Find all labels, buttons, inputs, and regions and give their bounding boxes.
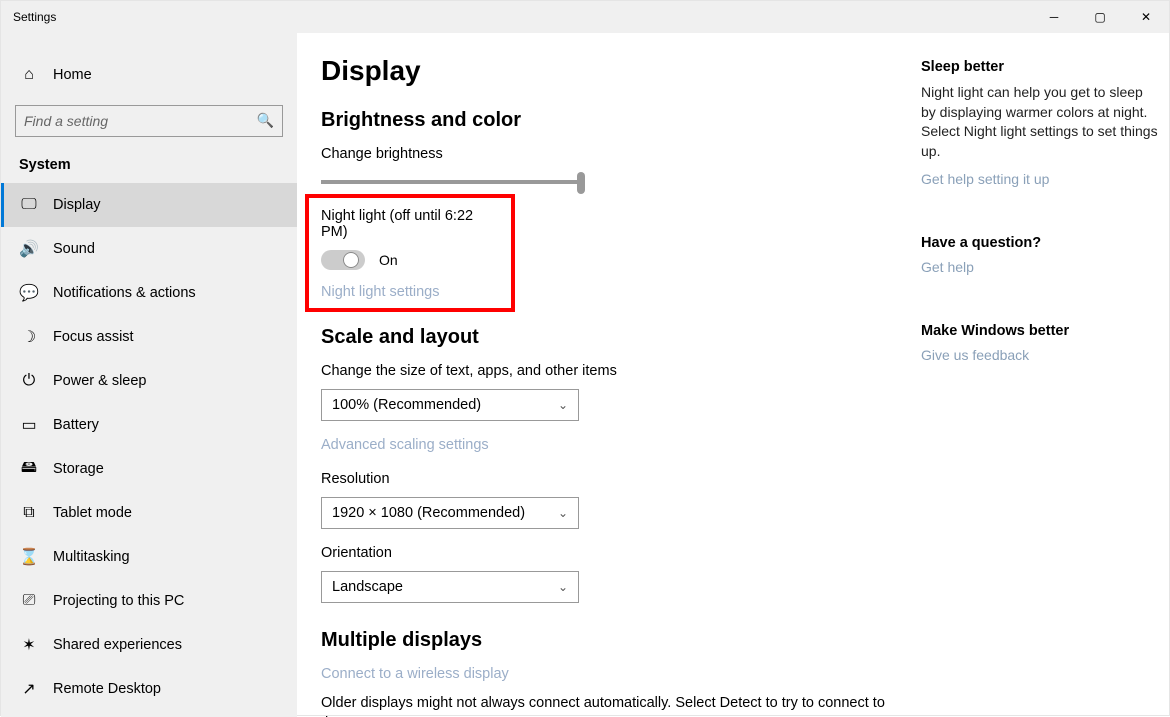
night-light-highlight: Night light (off until 6:22 PM) On Night… (305, 194, 515, 312)
sidebar-item-label: Remote Desktop (53, 681, 161, 697)
sleep-better-title: Sleep better (921, 59, 1161, 75)
orientation-select[interactable]: Landscape ⌄ (321, 571, 579, 603)
sidebar-item-label: Multitasking (53, 549, 130, 565)
brightness-heading: Brightness and color (321, 109, 901, 132)
toggle-state-label: On (379, 252, 398, 268)
storage-icon: 🖴 (19, 456, 39, 483)
night-light-toggle[interactable] (321, 250, 365, 270)
sidebar-item-label: Storage (53, 461, 104, 477)
sidebar-item-label: Projecting to this PC (53, 593, 184, 609)
titlebar: Settings ─ ▢ ✕ (1, 1, 1169, 33)
window-title: Settings (13, 10, 56, 24)
aside-panel: Sleep better Night light can help you ge… (921, 55, 1161, 717)
sidebar-item-tablet-mode[interactable]: ⧉ Tablet mode (1, 491, 297, 535)
get-help-link[interactable]: Get help (921, 259, 1161, 275)
orientation-label: Orientation (321, 545, 901, 561)
focus-assist-icon: ☽ (19, 327, 39, 347)
sidebar-item-power-sleep[interactable]: ⏻ Power & sleep (1, 359, 297, 403)
scale-value: 100% (Recommended) (332, 397, 481, 413)
multiple-displays-heading: Multiple displays (321, 629, 901, 652)
sidebar-item-storage[interactable]: 🖴 Storage (1, 447, 297, 491)
advanced-scaling-link[interactable]: Advanced scaling settings (321, 437, 901, 453)
night-light-label: Night light (off until 6:22 PM) (321, 208, 499, 240)
page-title: Display (321, 55, 901, 87)
slider-thumb[interactable] (577, 172, 585, 194)
sidebar-item-multitasking[interactable]: ⌛ Multitasking (1, 535, 297, 579)
shared-icon: ✶ (19, 635, 39, 655)
notifications-icon: 💬 (19, 283, 39, 303)
sidebar-item-battery[interactable]: ▭ Battery (1, 403, 297, 447)
power-icon: ⏻ (19, 372, 39, 390)
close-button[interactable]: ✕ (1123, 1, 1169, 33)
search-icon: 🔍 (257, 113, 274, 130)
sidebar: ⌂ Home 🔍 System 🖵 Display 🔊 Sound 💬 Noti… (1, 33, 297, 717)
resolution-label: Resolution (321, 471, 901, 487)
multitasking-icon: ⌛ (19, 547, 39, 567)
sleep-better-body: Night light can help you get to sleep by… (921, 83, 1161, 161)
orientation-value: Landscape (332, 579, 403, 595)
sidebar-item-label: Notifications & actions (53, 285, 196, 301)
sidebar-item-label: Tablet mode (53, 505, 132, 521)
sound-icon: 🔊 (19, 239, 39, 259)
sidebar-item-label: Focus assist (53, 329, 134, 345)
sidebar-item-sound[interactable]: 🔊 Sound (1, 227, 297, 271)
sidebar-item-notifications[interactable]: 💬 Notifications & actions (1, 271, 297, 315)
resolution-select[interactable]: 1920 × 1080 (Recommended) ⌄ (321, 497, 579, 529)
sidebar-section-title: System (1, 151, 297, 183)
brightness-slider[interactable] (321, 180, 581, 184)
sidebar-item-label: Battery (53, 417, 99, 433)
question-title: Have a question? (921, 235, 1161, 251)
chevron-down-icon: ⌄ (558, 580, 568, 594)
sidebar-item-label: Display (53, 197, 101, 213)
night-light-settings-link[interactable]: Night light settings (321, 284, 499, 300)
search-box[interactable]: 🔍 (15, 105, 283, 137)
home-label: Home (53, 67, 92, 83)
home-link[interactable]: ⌂ Home (1, 53, 297, 97)
remote-desktop-icon: ↗ (19, 679, 39, 699)
projecting-icon: ⎚ (19, 592, 39, 610)
window-controls: ─ ▢ ✕ (1031, 1, 1169, 33)
scale-heading: Scale and layout (321, 326, 901, 349)
resolution-value: 1920 × 1080 (Recommended) (332, 505, 525, 521)
older-displays-text: Older displays might not always connect … (321, 694, 901, 717)
change-brightness-label: Change brightness (321, 146, 901, 162)
sidebar-item-label: Power & sleep (53, 373, 147, 389)
home-icon: ⌂ (19, 66, 39, 84)
chevron-down-icon: ⌄ (558, 398, 568, 412)
sleep-help-link[interactable]: Get help setting it up (921, 171, 1161, 187)
sidebar-item-label: Sound (53, 241, 95, 257)
sidebar-item-shared-experiences[interactable]: ✶ Shared experiences (1, 623, 297, 667)
connect-wireless-link[interactable]: Connect to a wireless display (321, 666, 901, 682)
search-input[interactable] (24, 113, 257, 129)
sidebar-item-remote-desktop[interactable]: ↗ Remote Desktop (1, 667, 297, 711)
main-content: Display Brightness and color Change brig… (321, 55, 901, 717)
maximize-button[interactable]: ▢ (1077, 1, 1123, 33)
sidebar-item-focus-assist[interactable]: ☽ Focus assist (1, 315, 297, 359)
scale-select[interactable]: 100% (Recommended) ⌄ (321, 389, 579, 421)
sidebar-item-display[interactable]: 🖵 Display (1, 183, 297, 227)
chevron-down-icon: ⌄ (558, 506, 568, 520)
feedback-link[interactable]: Give us feedback (921, 347, 1161, 363)
display-icon: 🖵 (19, 196, 39, 214)
minimize-button[interactable]: ─ (1031, 1, 1077, 33)
scale-label: Change the size of text, apps, and other… (321, 363, 901, 379)
make-better-title: Make Windows better (921, 323, 1161, 339)
sidebar-item-label: Shared experiences (53, 637, 182, 653)
sidebar-item-projecting[interactable]: ⎚ Projecting to this PC (1, 579, 297, 623)
battery-icon: ▭ (19, 415, 39, 435)
tablet-icon: ⧉ (19, 504, 39, 522)
